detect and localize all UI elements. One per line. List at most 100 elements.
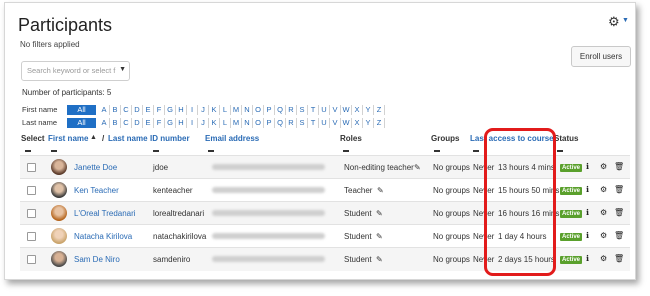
initial-letter-y[interactable]: Y	[363, 104, 374, 115]
initial-letter-a[interactable]: A	[99, 117, 110, 128]
gear-icon[interactable]: ⚙	[608, 14, 620, 30]
initial-letter-i[interactable]: I	[187, 104, 198, 115]
initial-letter-x[interactable]: X	[352, 117, 363, 128]
initial-letter-w[interactable]: W	[341, 104, 352, 115]
initial-letter-o[interactable]: O	[253, 104, 264, 115]
initial-letter-p[interactable]: P	[264, 117, 275, 128]
collapse-name-icon[interactable]	[51, 150, 57, 152]
initial-letter-g[interactable]: G	[165, 117, 176, 128]
row-checkbox[interactable]	[27, 209, 36, 218]
first-name-sort-link[interactable]: First name	[48, 134, 88, 143]
initial-letter-m[interactable]: M	[231, 117, 242, 128]
initial-letter-v[interactable]: V	[330, 117, 341, 128]
initial-letter-f[interactable]: F	[154, 104, 165, 115]
gear-icon[interactable]: ⚙	[600, 231, 607, 240]
gear-icon[interactable]: ⚙	[600, 208, 607, 217]
email-sort-link[interactable]: Email address	[205, 134, 259, 143]
gear-icon[interactable]: ⚙	[600, 185, 607, 194]
initial-letter-u[interactable]: U	[319, 104, 330, 115]
initial-letter-r[interactable]: R	[286, 117, 297, 128]
initial-letter-v[interactable]: V	[330, 104, 341, 115]
initial-letter-s[interactable]: S	[297, 104, 308, 115]
initial-letter-j[interactable]: J	[198, 117, 209, 128]
initial-letter-p[interactable]: P	[264, 104, 275, 115]
gear-icon[interactable]: ⚙	[600, 162, 607, 171]
initial-letter-s[interactable]: S	[297, 117, 308, 128]
initial-letter-z[interactable]: Z	[374, 104, 385, 115]
initial-letter-q[interactable]: Q	[275, 104, 286, 115]
user-name-link[interactable]: Ken Teacher	[74, 186, 119, 195]
initial-letter-x[interactable]: X	[352, 104, 363, 115]
user-name-link[interactable]: L'Oreal Tredanari	[74, 209, 136, 218]
initial-letter-i[interactable]: I	[187, 117, 198, 128]
collapse-last-access-icon[interactable]	[473, 150, 479, 152]
initial-letter-z[interactable]: Z	[374, 117, 385, 128]
initial-letter-n[interactable]: N	[242, 104, 253, 115]
row-checkbox[interactable]	[27, 163, 36, 172]
initial-letter-b[interactable]: B	[110, 104, 121, 115]
initial-letter-g[interactable]: G	[165, 104, 176, 115]
info-icon[interactable]: ℹ	[586, 208, 589, 217]
initial-letter-q[interactable]: Q	[275, 117, 286, 128]
initial-letter-k[interactable]: K	[209, 117, 220, 128]
initial-letter-w[interactable]: W	[341, 117, 352, 128]
search-input[interactable]: Search keyword or select f ▼	[21, 61, 130, 81]
initial-letter-h[interactable]: H	[176, 117, 187, 128]
collapse-email-icon[interactable]	[208, 150, 214, 152]
initial-letter-y[interactable]: Y	[363, 117, 374, 128]
pencil-icon[interactable]: ✎	[414, 163, 421, 172]
chevron-down-icon[interactable]: ▼	[622, 17, 629, 24]
initial-letter-a[interactable]: A	[99, 104, 110, 115]
pencil-icon[interactable]: ✎	[376, 209, 383, 218]
trash-icon[interactable]: 🗑	[614, 254, 624, 263]
enroll-users-button[interactable]: Enroll users	[571, 46, 631, 67]
pencil-icon[interactable]: ✎	[376, 232, 383, 241]
initial-letter-n[interactable]: N	[242, 117, 253, 128]
last-name-all-button[interactable]: All	[67, 117, 96, 128]
initial-letter-t[interactable]: T	[308, 117, 319, 128]
user-name-link[interactable]: Sam De Niro	[74, 255, 120, 264]
gear-icon[interactable]: ⚙	[600, 254, 607, 263]
user-name-link[interactable]: Natacha Kirilova	[74, 232, 132, 241]
info-icon[interactable]: ℹ	[586, 185, 589, 194]
info-icon[interactable]: ℹ	[586, 231, 589, 240]
initial-letter-h[interactable]: H	[176, 104, 187, 115]
collapse-select-icon[interactable]	[25, 150, 31, 152]
id-number-sort-link[interactable]: ID number	[150, 134, 190, 143]
user-name-link[interactable]: Janette Doe	[74, 163, 117, 172]
trash-icon[interactable]: 🗑	[614, 208, 624, 217]
collapse-roles-icon[interactable]	[343, 150, 349, 152]
trash-icon[interactable]: 🗑	[614, 231, 624, 240]
initial-letter-j[interactable]: J	[198, 104, 209, 115]
initial-letter-d[interactable]: D	[132, 104, 143, 115]
first-name-all-button[interactable]: All	[67, 104, 96, 115]
initial-letter-d[interactable]: D	[132, 117, 143, 128]
initial-letter-c[interactable]: C	[121, 104, 132, 115]
initial-letter-c[interactable]: C	[121, 117, 132, 128]
initial-letter-k[interactable]: K	[209, 104, 220, 115]
info-icon[interactable]: ℹ	[586, 254, 589, 263]
initial-letter-l[interactable]: L	[220, 117, 231, 128]
collapse-id-icon[interactable]	[153, 150, 159, 152]
last-name-sort-link[interactable]: Last name	[108, 134, 148, 143]
collapse-groups-icon[interactable]	[434, 150, 440, 152]
initial-letter-e[interactable]: E	[143, 104, 154, 115]
pencil-icon[interactable]: ✎	[376, 255, 383, 264]
initial-letter-o[interactable]: O	[253, 117, 264, 128]
info-icon[interactable]: ℹ	[586, 162, 589, 171]
initial-letter-f[interactable]: F	[154, 117, 165, 128]
row-checkbox[interactable]	[27, 255, 36, 264]
row-checkbox[interactable]	[27, 232, 36, 241]
initial-letter-e[interactable]: E	[143, 117, 154, 128]
trash-icon[interactable]: 🗑	[614, 162, 624, 171]
chevron-down-icon[interactable]: ▼	[119, 66, 126, 73]
initial-letter-b[interactable]: B	[110, 117, 121, 128]
collapse-status-icon[interactable]	[557, 150, 563, 152]
initial-letter-l[interactable]: L	[220, 104, 231, 115]
trash-icon[interactable]: 🗑	[614, 185, 624, 194]
initial-letter-u[interactable]: U	[319, 117, 330, 128]
pencil-icon[interactable]: ✎	[377, 186, 384, 195]
row-checkbox[interactable]	[27, 186, 36, 195]
initial-letter-m[interactable]: M	[231, 104, 242, 115]
initial-letter-r[interactable]: R	[286, 104, 297, 115]
